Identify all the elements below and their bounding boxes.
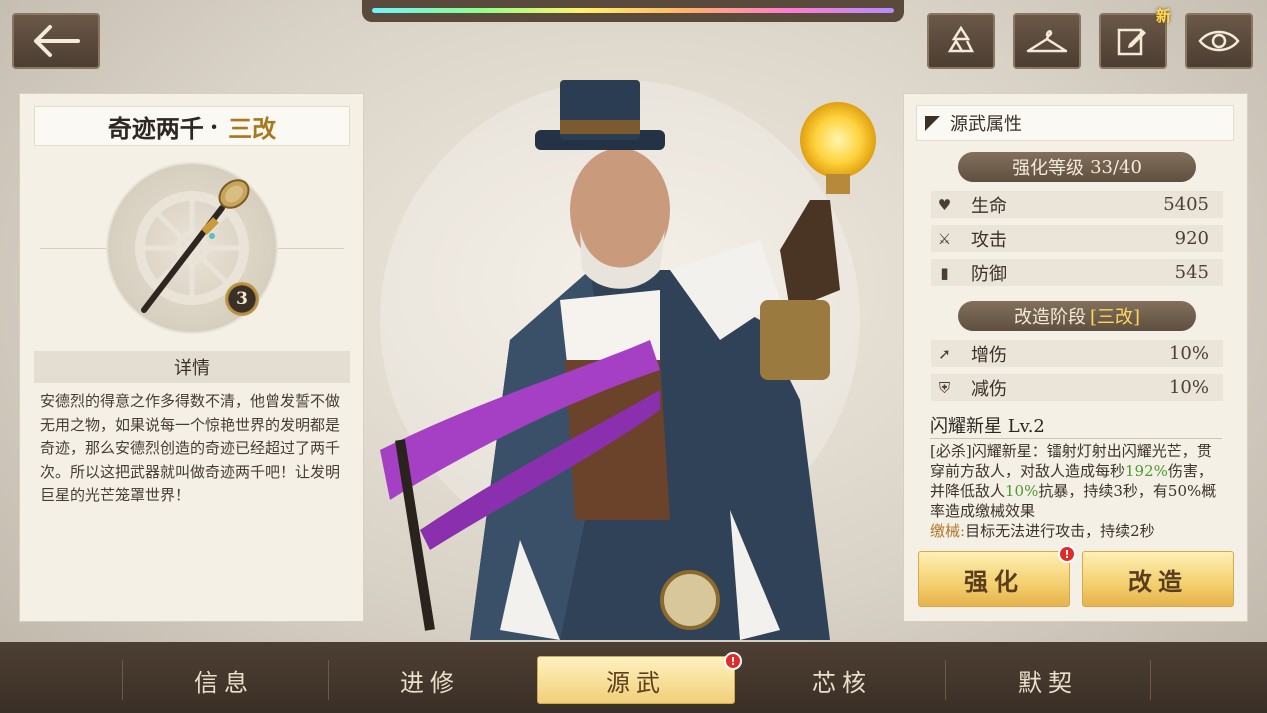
nav-separator (122, 660, 123, 700)
skill-desc-highlight2: 10% (1005, 482, 1039, 500)
tab-training[interactable]: 进修 (331, 656, 529, 704)
weapon-level-badge: 3 (225, 282, 259, 316)
heart-icon: ♥ (937, 195, 952, 214)
stat-name: 增伤 (971, 344, 1007, 366)
reform-stage-label: 改造阶段 (1013, 307, 1086, 328)
stat-name: 防御 (971, 263, 1007, 285)
edit-icon (1117, 28, 1146, 56)
tab-info[interactable]: 信息 (125, 656, 323, 704)
stat-value: 5405 (1163, 194, 1209, 215)
weapon-attributes-panel: 源武属性 强化等级 33/40 ♥ 生命 5405 ⚔ 攻击 920 ▮ 防御 … (903, 93, 1248, 622)
stat-row-damage-up: ➚ 增伤 10% (931, 340, 1223, 367)
skill-desc-highlight1: 192% (1125, 462, 1168, 480)
shield-icon: ▮ (940, 263, 949, 282)
character-illustration (380, 80, 876, 640)
reform-stage-pill: 改造阶段 [三改] (958, 301, 1196, 331)
enhance-level-label: 强化等级 (1012, 158, 1085, 179)
attributes-title-text: 源武属性 (950, 114, 1022, 135)
stat-row-attack: ⚔ 攻击 920 (931, 225, 1223, 252)
outfit-button[interactable] (1013, 13, 1081, 69)
recycle-button[interactable] (927, 13, 995, 69)
nav-separator (328, 660, 329, 700)
reform-button[interactable]: 改造 (1082, 551, 1234, 607)
skill-divider (930, 438, 1222, 439)
arrow-left-icon (34, 25, 80, 57)
skill-status-desc: 目标无法进行攻击，持续2秒 (965, 522, 1155, 540)
new-badge: 新 (1155, 7, 1171, 25)
nav-separator (1150, 660, 1151, 700)
stat-name: 减伤 (971, 378, 1007, 400)
enhance-level-pill: 强化等级 33/40 (958, 152, 1196, 182)
stat-row-damage-reduce: ⛨ 减伤 10% (931, 374, 1223, 401)
stat-value: 10% (1168, 343, 1209, 364)
back-button[interactable] (12, 13, 100, 69)
weapon-tab-alert-dot: ! (724, 652, 742, 670)
skill-description: [必杀]闪耀新星：镭射灯射出闪耀光芒，贯穿前方敌人，对敌人造成每秒192%伤害，… (930, 441, 1226, 541)
stat-row-hp: ♥ 生命 5405 (931, 191, 1223, 218)
stat-name: 生命 (971, 195, 1007, 217)
nav-separator (945, 660, 946, 700)
tab-weapon[interactable]: 源武 (537, 656, 735, 704)
stat-value: 920 (1174, 228, 1209, 249)
corner-mark-icon (925, 115, 940, 131)
damage-up-icon: ➚ (938, 344, 951, 363)
enhance-level-value: 33/40 (1090, 156, 1142, 178)
tab-core[interactable]: 芯核 (743, 656, 941, 704)
weapon-info-panel: 奇迹两千 · 三改 3 详情 安德烈的得意之作多得数不清，他曾发誓不做无用之物，… (19, 93, 364, 622)
hanger-icon (1026, 30, 1068, 53)
weapon-grade: 三改 (228, 113, 277, 143)
recycle-icon (947, 25, 975, 53)
enhance-button[interactable]: 强化 (918, 551, 1070, 607)
sword-icon: ⚔ (937, 229, 952, 248)
detail-header: 详情 (34, 351, 350, 383)
view-button[interactable] (1185, 13, 1253, 69)
damage-reduce-icon: ⛨ (938, 378, 951, 397)
enhance-alert-dot: ! (1058, 545, 1076, 563)
skill-title: 闪耀新星 Lv.2 (930, 416, 1045, 437)
attributes-title: 源武属性 (916, 105, 1234, 141)
tab-bond[interactable]: 默契 (949, 656, 1147, 704)
disc-line-right (278, 248, 344, 249)
edit-button[interactable]: 新 (1099, 7, 1171, 69)
skill-status-name: 缴械: (930, 522, 966, 540)
stat-name: 攻击 (971, 229, 1007, 251)
stat-value: 10% (1168, 377, 1209, 398)
weapon-name: 奇迹两千 (107, 113, 204, 143)
disc-line-left (40, 248, 106, 249)
weapon-description: 安德烈的得意之作多得数不清，他曾发誓不做无用之物，如果说每一个惊艳世界的发明都是… (40, 392, 341, 504)
title-separator: · (209, 111, 219, 141)
eye-icon (1198, 30, 1240, 52)
bottom-nav: 信息 进修 源武 ! 芯核 默契 (0, 642, 1267, 713)
top-rainbow-bar (362, 0, 904, 22)
reform-stage-value: [三改] (1089, 307, 1141, 328)
weapon-title: 奇迹两千 · 三改 (34, 106, 350, 146)
stat-row-defense: ▮ 防御 545 (931, 259, 1223, 286)
stat-value: 545 (1174, 262, 1209, 283)
